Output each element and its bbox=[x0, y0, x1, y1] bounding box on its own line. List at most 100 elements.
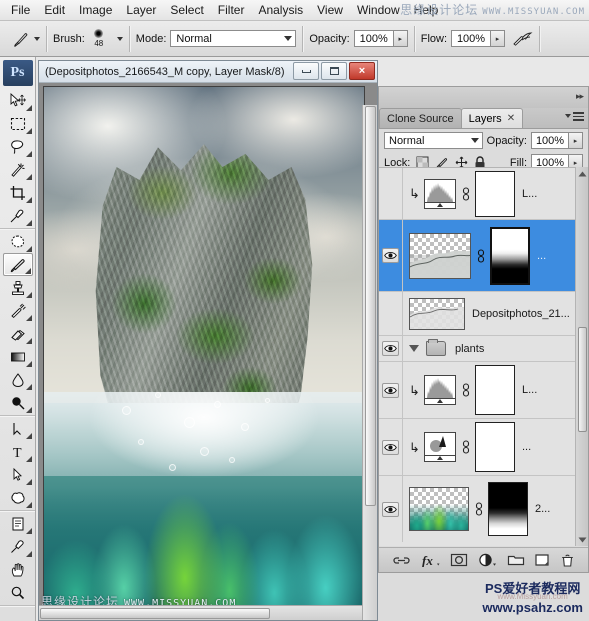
path-selection-tool-button[interactable] bbox=[3, 463, 33, 486]
custom-shape-tool-button[interactable] bbox=[3, 486, 33, 509]
table-row[interactable]: Depositphotos_21... bbox=[379, 292, 588, 336]
restore-button[interactable] bbox=[321, 62, 347, 80]
layer-visibility-cell[interactable] bbox=[379, 220, 403, 291]
crop-tool-button[interactable] bbox=[3, 181, 33, 204]
collapse-panel-icon[interactable]: ▸▸ bbox=[576, 91, 584, 102]
clone-stamp-tool-button[interactable] bbox=[3, 276, 33, 299]
canvas-area[interactable]: 思缘设计论坛 WWW.MISSYUAN.COM bbox=[39, 83, 377, 620]
flow-input[interactable]: 100% bbox=[451, 30, 492, 47]
opacity-slider-button[interactable]: ▸ bbox=[393, 30, 408, 47]
layer-blend-mode-select[interactable]: Normal bbox=[384, 132, 483, 149]
canvas-horizontal-scrollbar[interactable] bbox=[39, 605, 362, 620]
new-adjustment-layer-button[interactable] bbox=[478, 553, 497, 567]
layer-visibility-cell[interactable] bbox=[379, 419, 403, 475]
link-layers-button[interactable] bbox=[392, 555, 411, 566]
document-image[interactable] bbox=[43, 86, 365, 614]
table-row[interactable]: ↳ L... bbox=[379, 168, 588, 220]
rectangular-marquee-tool-button[interactable] bbox=[3, 112, 33, 135]
brush-preset-chevron-icon[interactable] bbox=[116, 36, 123, 41]
menu-item-window[interactable]: Window bbox=[350, 1, 407, 19]
layer-opacity-input[interactable]: 100% bbox=[531, 132, 569, 149]
tool-preset-chevron-icon[interactable] bbox=[34, 36, 40, 41]
add-layer-mask-button[interactable] bbox=[450, 553, 468, 567]
healing-brush-tool-button[interactable] bbox=[3, 230, 33, 253]
layer-thumbnail[interactable] bbox=[409, 487, 469, 531]
gradient-tool-button[interactable] bbox=[3, 345, 33, 368]
dodge-tool-button[interactable] bbox=[3, 391, 33, 414]
layer-mask-link-icon[interactable] bbox=[476, 248, 485, 263]
scroll-up-arrow-icon[interactable] bbox=[576, 167, 588, 180]
layer-mask-thumbnail[interactable] bbox=[490, 226, 530, 285]
notes-tool-button[interactable] bbox=[3, 512, 33, 535]
layer-mask-thumbnail[interactable] bbox=[475, 422, 515, 472]
menu-item-select[interactable]: Select bbox=[163, 1, 210, 19]
canvas-vertical-scroll-thumb[interactable] bbox=[365, 106, 376, 506]
flow-slider-button[interactable]: ▸ bbox=[491, 30, 506, 47]
menu-item-analysis[interactable]: Analysis bbox=[251, 1, 310, 19]
menu-item-image[interactable]: Image bbox=[72, 1, 119, 19]
opacity-input[interactable]: 100% bbox=[353, 30, 394, 47]
layer-visibility-cell[interactable] bbox=[379, 476, 403, 542]
eraser-tool-button[interactable] bbox=[3, 322, 33, 345]
layer-list-scroll-thumb[interactable] bbox=[578, 327, 587, 432]
layer-list-scrollbar[interactable] bbox=[575, 167, 588, 546]
menu-item-edit[interactable]: Edit bbox=[37, 1, 72, 19]
zoom-tool-button[interactable] bbox=[3, 581, 33, 604]
layer-visibility-cell[interactable] bbox=[379, 362, 403, 418]
tab-layers[interactable]: Layers ✕ bbox=[460, 108, 524, 128]
tool-preset-picker[interactable] bbox=[8, 27, 34, 51]
menu-item-help[interactable]: Help bbox=[407, 1, 446, 19]
color-sampler-tool-button[interactable] bbox=[3, 535, 33, 558]
curves-adjustment-thumbnail[interactable] bbox=[424, 432, 456, 462]
layer-visibility-toggle[interactable] bbox=[382, 382, 399, 398]
table-row[interactable]: ... bbox=[379, 220, 588, 292]
layer-style-button[interactable]: fx bbox=[421, 553, 441, 567]
lasso-tool-button[interactable] bbox=[3, 135, 33, 158]
panel-menu-button[interactable] bbox=[565, 112, 584, 121]
delete-layer-button[interactable] bbox=[560, 553, 575, 568]
close-tab-icon[interactable]: ✕ bbox=[507, 113, 515, 124]
airbrush-toggle-button[interactable] bbox=[511, 30, 533, 48]
table-row[interactable]: 2... bbox=[379, 476, 588, 542]
panel-collapse-bar[interactable]: ▸▸ bbox=[379, 87, 588, 108]
blur-tool-button[interactable] bbox=[3, 368, 33, 391]
magic-wand-tool-button[interactable] bbox=[3, 158, 33, 181]
layer-visibility-toggle[interactable] bbox=[382, 439, 399, 455]
layer-mask-thumbnail[interactable] bbox=[488, 482, 528, 536]
layer-mask-link-icon[interactable] bbox=[461, 383, 470, 397]
layer-thumbnail[interactable] bbox=[409, 232, 471, 279]
layer-visibility-cell[interactable] bbox=[379, 292, 403, 335]
group-expand-triangle-icon[interactable] bbox=[409, 345, 419, 352]
table-row[interactable]: plants bbox=[379, 336, 588, 362]
layer-visibility-cell[interactable] bbox=[379, 168, 403, 219]
tab-clone-source[interactable]: Clone Source bbox=[379, 108, 462, 128]
layer-mask-thumbnail[interactable] bbox=[475, 170, 515, 217]
horizontal-type-tool-button[interactable]: T bbox=[3, 440, 33, 463]
layer-opacity-slider-button[interactable]: ▸ bbox=[569, 132, 583, 149]
layer-visibility-toggle[interactable] bbox=[382, 341, 399, 356]
layer-visibility-toggle[interactable] bbox=[382, 248, 399, 263]
canvas-vertical-scrollbar[interactable] bbox=[362, 105, 377, 620]
brush-tool-button[interactable] bbox=[2, 253, 33, 276]
menu-item-layer[interactable]: Layer bbox=[119, 1, 163, 19]
layer-visibility-toggle[interactable] bbox=[382, 501, 399, 517]
layer-thumbnail[interactable] bbox=[409, 297, 465, 330]
pen-tool-button[interactable] bbox=[3, 417, 33, 440]
menu-item-file[interactable]: File bbox=[4, 1, 37, 19]
menu-item-filter[interactable]: Filter bbox=[211, 1, 252, 19]
close-button[interactable]: × bbox=[349, 62, 375, 80]
brush-preset-picker[interactable]: 48 bbox=[85, 29, 113, 48]
new-layer-button[interactable] bbox=[534, 553, 550, 567]
minimize-button[interactable] bbox=[293, 62, 319, 80]
levels-adjustment-thumbnail[interactable] bbox=[424, 178, 456, 209]
layer-mask-thumbnail[interactable] bbox=[475, 365, 515, 415]
move-tool-button[interactable] bbox=[3, 89, 33, 112]
table-row[interactable]: ↳ ... bbox=[379, 419, 588, 476]
document-title-bar[interactable]: (Depositphotos_2166543_M copy, Layer Mas… bbox=[39, 61, 377, 83]
history-brush-tool-button[interactable] bbox=[3, 299, 33, 322]
eyedropper-tool-button[interactable] bbox=[3, 204, 33, 227]
layer-mask-link-icon[interactable] bbox=[461, 186, 470, 201]
scroll-down-arrow-icon[interactable] bbox=[576, 533, 588, 546]
blend-mode-select[interactable]: Normal bbox=[170, 30, 297, 47]
new-group-button[interactable] bbox=[507, 553, 525, 567]
